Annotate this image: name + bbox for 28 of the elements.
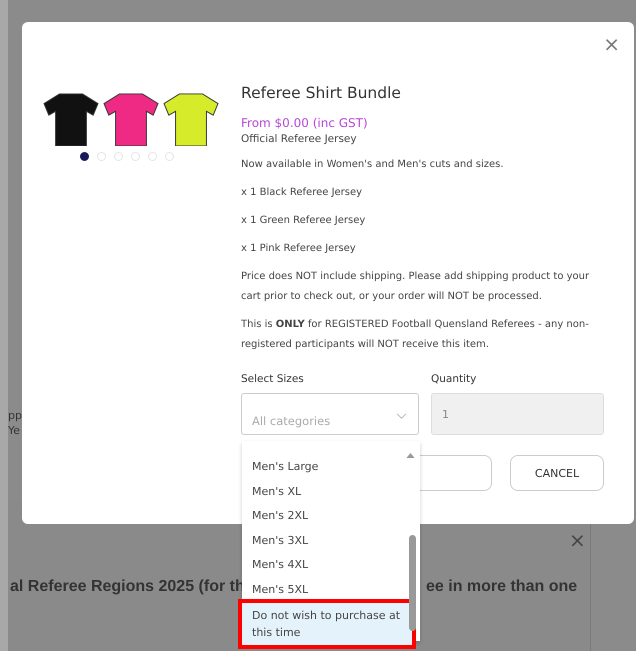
dropdown-option[interactable]: Men's Large <box>242 455 408 480</box>
close-icon[interactable]: × <box>603 34 620 54</box>
description-text: x 1 Black Referee Jersey <box>241 186 364 200</box>
field-label: Select Sizes <box>241 373 305 385</box>
carousel-dot[interactable] <box>80 152 89 161</box>
dropdown-option[interactable]: Men's 3XL <box>242 528 408 554</box>
cancel-button[interactable]: CANCEL <box>510 455 604 491</box>
price-text: From $0.00 (inc GST) <box>241 116 369 130</box>
product-title: Referee Shirt Bundle <box>241 84 402 102</box>
dropdown-option[interactable]: Do not wish to purchase at this time <box>242 602 412 645</box>
description-text: Now available in Women's and Men's cuts and sizes. <box>241 158 505 172</box>
heading-text: ee in more than one <box>426 578 578 596</box>
scrollbar-thumb[interactable] <box>409 535 416 631</box>
field-label: Quantity <box>431 373 478 385</box>
scroll-up-icon[interactable] <box>406 453 415 458</box>
dropdown-option[interactable]: Men's 2XL <box>242 504 408 529</box>
dropdown-option[interactable]: Men's 5XL <box>242 578 408 603</box>
description-text: Price does NOT include shipping. Please add shipping product to your cart prior to check out, or your order will NOT be processed. <box>241 270 590 304</box>
description-text: x 1 Green Referee Jersey <box>241 214 366 228</box>
dropdown-option[interactable]: Men's 4XL <box>242 553 408 578</box>
description-text: This is ONLY for REGISTERED Football Quensland Referees - any non-registered participants will NOT receive this item. <box>241 318 590 352</box>
text-fragment: Ye <box>8 423 22 438</box>
dropdown-option[interactable]: Men's XL <box>242 480 408 504</box>
text-fragment: pp <box>8 408 22 423</box>
description-text: x 1 Pink Referee Jersey <box>241 242 357 256</box>
size-select[interactable]: All categories <box>241 393 419 435</box>
subtitle-text: Official Referee Jersey <box>241 133 358 145</box>
chevron-down-icon <box>396 413 407 420</box>
